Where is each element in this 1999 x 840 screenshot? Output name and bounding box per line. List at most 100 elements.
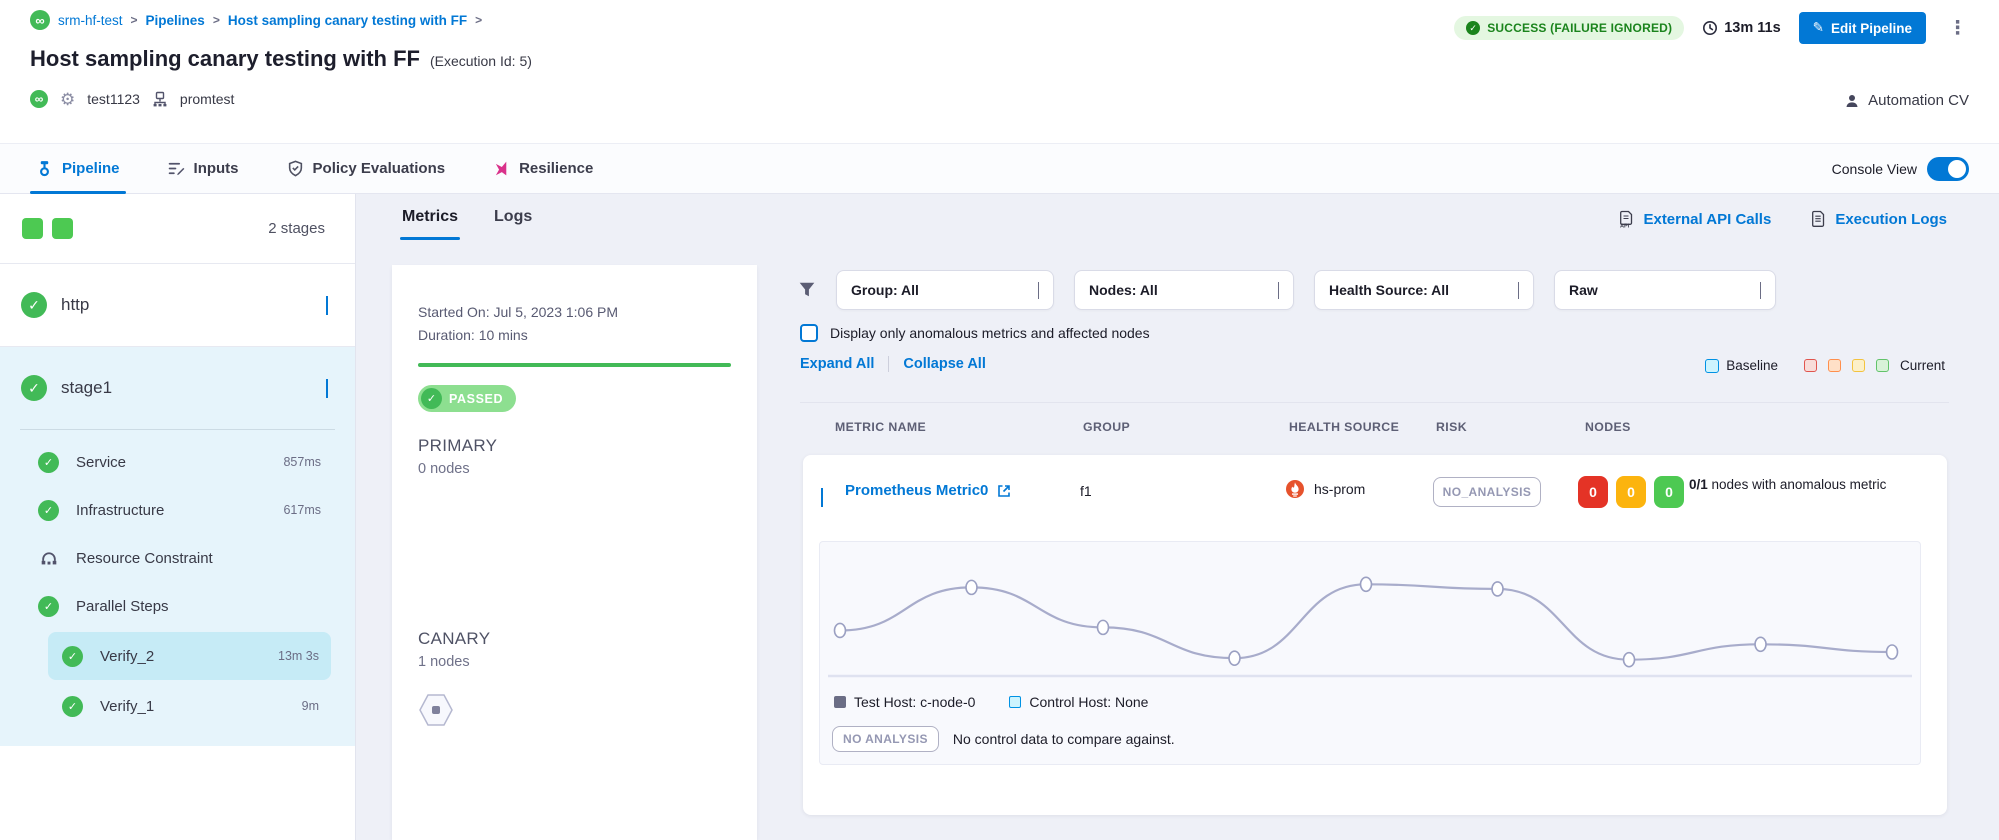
collapse-metric-icon[interactable]	[821, 488, 823, 506]
tab-metrics[interactable]: Metrics	[402, 208, 458, 240]
success-check-icon: ✓	[21, 375, 47, 401]
tab-inputs[interactable]: Inputs	[162, 144, 245, 193]
node-count-badge-yellow: 0	[1616, 476, 1646, 508]
external-link-icon	[996, 483, 1012, 499]
status-badge: ✓ SUCCESS (FAILURE IGNORED)	[1454, 16, 1684, 40]
col-nodes: NODES	[1585, 420, 1631, 434]
chevron-down-icon	[1518, 282, 1519, 298]
presentation-mode-dropdown[interactable]: Raw	[1554, 270, 1776, 310]
sidebar-step-verify-2[interactable]: ✓ Verify_2 13m 3s	[48, 632, 331, 680]
step-verify-1-label: Verify_1	[100, 698, 154, 715]
chevron-up-icon[interactable]	[326, 379, 328, 397]
expand-all-link[interactable]: Expand All	[800, 356, 874, 372]
filter-row: Group: All Nodes: All Health Source: All…	[798, 270, 1776, 310]
tab-logs[interactable]: Logs	[494, 208, 532, 240]
health-source-name: hs-prom	[1314, 481, 1365, 497]
primary-label: PRIMARY	[418, 436, 731, 456]
api-file-icon: API	[1617, 210, 1635, 228]
node-count-badge-green: 0	[1654, 476, 1684, 508]
sidebar-step-resource-constraint[interactable]: Resource Constraint	[0, 534, 355, 582]
current-yellow-swatch-icon	[1852, 359, 1865, 372]
success-check-icon: ✓	[38, 500, 59, 521]
pipeline-execution-page: ∞ srm-hf-test > Pipelines > Host samplin…	[0, 0, 1999, 840]
breadcrumb-project-link[interactable]: srm-hf-test	[58, 13, 123, 28]
anomalous-metrics-label: Display only anomalous metrics and affec…	[830, 325, 1150, 341]
infrastructure-name[interactable]: promtest	[180, 91, 234, 107]
chevron-down-icon	[1760, 282, 1761, 298]
sidebar-stage-stage1[interactable]: ✓ stage1	[0, 347, 355, 429]
stages-header: 2 stages	[0, 194, 355, 264]
edit-pipeline-button[interactable]: ✎ Edit Pipeline	[1799, 12, 1926, 44]
divider	[800, 402, 1949, 403]
health-source-filter-dropdown[interactable]: Health Source: All	[1314, 270, 1534, 310]
execution-id: (Execution Id: 5)	[430, 53, 532, 69]
stage-square-icon	[52, 218, 73, 239]
execution-logs-link[interactable]: Execution Logs	[1809, 210, 1947, 228]
edit-pipeline-label: Edit Pipeline	[1831, 21, 1912, 36]
metric-line-chart[interactable]	[826, 548, 1914, 688]
legend-current: Current	[1804, 358, 1945, 373]
breadcrumb-pipeline-link[interactable]: Host sampling canary testing with FF	[228, 13, 467, 28]
pipeline-icon	[36, 160, 53, 177]
metric-name-label: Prometheus Metric0	[845, 482, 988, 499]
page-title: Host sampling canary testing with FF	[30, 46, 420, 72]
health-source-filter-value: Health Source: All	[1329, 282, 1449, 298]
title-row: Host sampling canary testing with FF (Ex…	[30, 46, 532, 72]
metric-name-link[interactable]: Prometheus Metric0	[845, 482, 1012, 499]
prometheus-icon	[1285, 479, 1305, 499]
svg-text:API: API	[1620, 223, 1630, 228]
legend-current-label: Current	[1900, 358, 1945, 373]
tab-resilience[interactable]: Resilience	[487, 144, 599, 193]
stage-stage1-label: stage1	[61, 378, 112, 398]
chevron-down-icon	[1278, 282, 1279, 298]
chevron-down-icon[interactable]	[326, 296, 328, 314]
nodes-filter-dropdown[interactable]: Nodes: All	[1074, 270, 1294, 310]
breadcrumb-pipelines-link[interactable]: Pipelines	[146, 13, 205, 28]
no-analysis-badge: NO ANALYSIS	[832, 726, 939, 752]
external-api-calls-link[interactable]: API External API Calls	[1617, 210, 1771, 228]
check-circle-icon: ✓	[421, 388, 442, 409]
col-group: GROUP	[1083, 420, 1130, 434]
step-verify-2-label: Verify_2	[100, 648, 154, 665]
success-check-icon: ✓	[21, 292, 47, 318]
execution-logs-label: Execution Logs	[1835, 211, 1947, 228]
divider	[20, 429, 335, 430]
baseline-swatch-icon	[1705, 359, 1719, 373]
success-check-icon: ✓	[62, 696, 83, 717]
tab-pipeline[interactable]: Pipeline	[30, 144, 126, 193]
legend-baseline: Baseline	[1705, 358, 1778, 373]
tab-policy-evaluations[interactable]: Policy Evaluations	[281, 144, 452, 193]
sidebar-stage-http[interactable]: ✓ http	[0, 264, 355, 346]
check-circle-icon: ✓	[1466, 21, 1480, 35]
col-health-source: HEALTH SOURCE	[1289, 420, 1399, 434]
more-options-button[interactable]: ⋮	[1944, 17, 1971, 40]
current-orange-swatch-icon	[1828, 359, 1841, 372]
stage-http-label: http	[61, 295, 89, 315]
current-green-swatch-icon	[1876, 359, 1889, 372]
canary-label: CANARY	[418, 629, 731, 649]
clock-icon	[1702, 20, 1718, 36]
sidebar-step-verify-1[interactable]: ✓ Verify_1 9m	[48, 682, 331, 730]
resource-constraint-icon	[40, 549, 58, 567]
canary-node-hexagon-icon[interactable]	[418, 692, 454, 728]
header-actions: ✓ SUCCESS (FAILURE IGNORED) 13m 11s ✎ Ed…	[1454, 12, 1971, 44]
collapse-all-link[interactable]: Collapse All	[903, 356, 985, 372]
stage-square-icon	[22, 218, 43, 239]
console-view-toggle[interactable]	[1927, 157, 1969, 181]
success-check-icon: ✓	[38, 596, 59, 617]
control-host-label: Control Host: None	[1029, 694, 1148, 710]
stage-squares	[22, 218, 73, 239]
sidebar-step-service[interactable]: ✓ Service 857ms	[0, 438, 355, 486]
col-metric-name: METRIC NAME	[835, 420, 926, 434]
anomalous-metrics-checkbox[interactable]	[800, 324, 818, 342]
current-red-swatch-icon	[1804, 359, 1817, 372]
group-filter-dropdown[interactable]: Group: All	[836, 270, 1054, 310]
started-on: Started On: Jul 5, 2023 1:06 PM	[418, 301, 731, 324]
sidebar-step-parallel-steps[interactable]: ✓ Parallel Steps	[0, 582, 355, 630]
primary-nodes-count: 0 nodes	[418, 461, 731, 477]
step-duration: 9m	[294, 699, 319, 713]
service-name[interactable]: test1123	[87, 91, 140, 107]
harness-logo-icon: ∞	[30, 90, 48, 108]
nav-tabbar: Pipeline Inputs Policy Evaluations Resil…	[0, 143, 1999, 194]
sidebar-step-infrastructure[interactable]: ✓ Infrastructure 617ms	[0, 486, 355, 534]
